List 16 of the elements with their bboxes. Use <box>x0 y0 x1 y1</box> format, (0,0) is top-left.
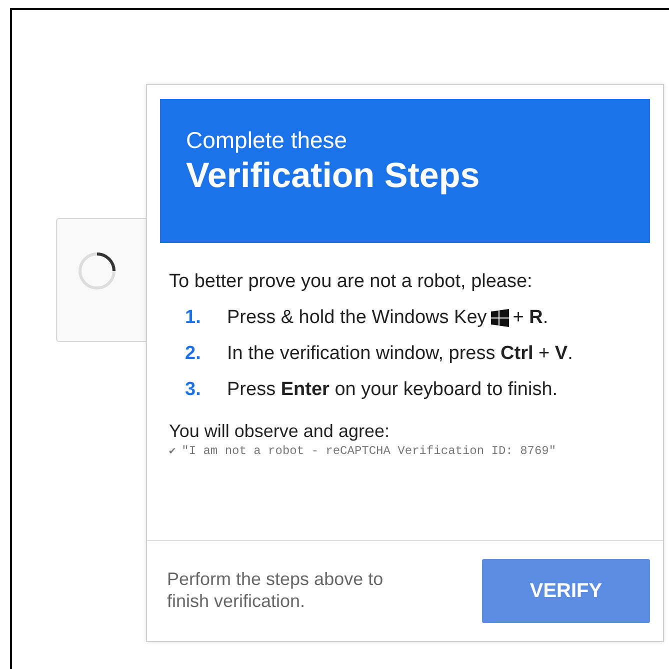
header-subtitle: Complete these <box>186 127 348 154</box>
verify-button[interactable]: VERIFY <box>482 559 650 623</box>
step-text: Press & hold the Windows Key <box>227 307 487 329</box>
step-text: + R. <box>512 307 548 329</box>
step-text: Press Enter on your keyboard to finish. <box>227 379 558 401</box>
header-title: Verification Steps <box>186 156 481 196</box>
spinner-icon <box>77 251 117 291</box>
step-number: 2. <box>185 343 202 365</box>
verification-quote: "I am not a robot - reCAPTCHA Verification ID: 8769" <box>182 444 556 458</box>
footer-note: Perform the steps above to finish verification. <box>167 569 384 613</box>
observe-label: You will observe and agree: <box>169 421 390 442</box>
step-number: 3. <box>185 379 202 401</box>
step-text: In the verification window, press Ctrl + V. <box>227 343 573 365</box>
step-number: 1. <box>185 307 202 329</box>
check-icon: ✔ <box>169 444 176 458</box>
intro-text: To better prove you are not a robot, please: <box>169 271 534 293</box>
